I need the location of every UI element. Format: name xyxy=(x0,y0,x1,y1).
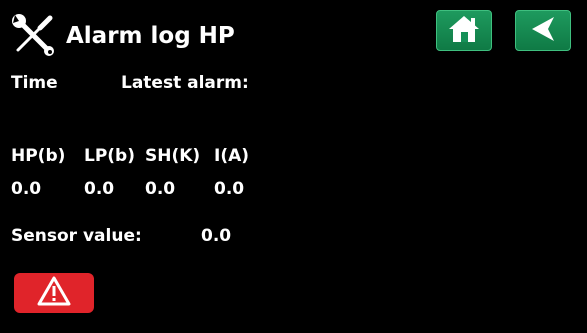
back-button[interactable] xyxy=(515,10,571,51)
value-lp: 0.0 xyxy=(84,179,115,199)
time-label: Time xyxy=(11,73,58,93)
back-arrow-icon xyxy=(528,14,558,48)
page-title: Alarm log HP xyxy=(66,23,235,49)
value-current: 0.0 xyxy=(214,179,245,199)
home-icon xyxy=(447,13,481,49)
value-hp: 0.0 xyxy=(11,179,42,199)
column-header-lp: LP(b) xyxy=(84,146,135,166)
sensor-value: 0.0 xyxy=(201,226,232,246)
column-header-sh: SH(K) xyxy=(145,146,201,166)
alarm-log-screen: Alarm log HP Time Latest alarm: HP(b) LP… xyxy=(0,0,587,333)
latest-alarm-label: Latest alarm: xyxy=(121,73,249,93)
home-button[interactable] xyxy=(436,10,492,51)
value-sh: 0.0 xyxy=(145,179,176,199)
column-header-hp: HP(b) xyxy=(11,146,66,166)
tools-icon xyxy=(10,13,56,57)
sensor-value-label: Sensor value: xyxy=(11,226,142,246)
column-header-current: I(A) xyxy=(214,146,250,166)
alarm-button[interactable] xyxy=(14,273,94,313)
warning-icon xyxy=(37,276,71,310)
